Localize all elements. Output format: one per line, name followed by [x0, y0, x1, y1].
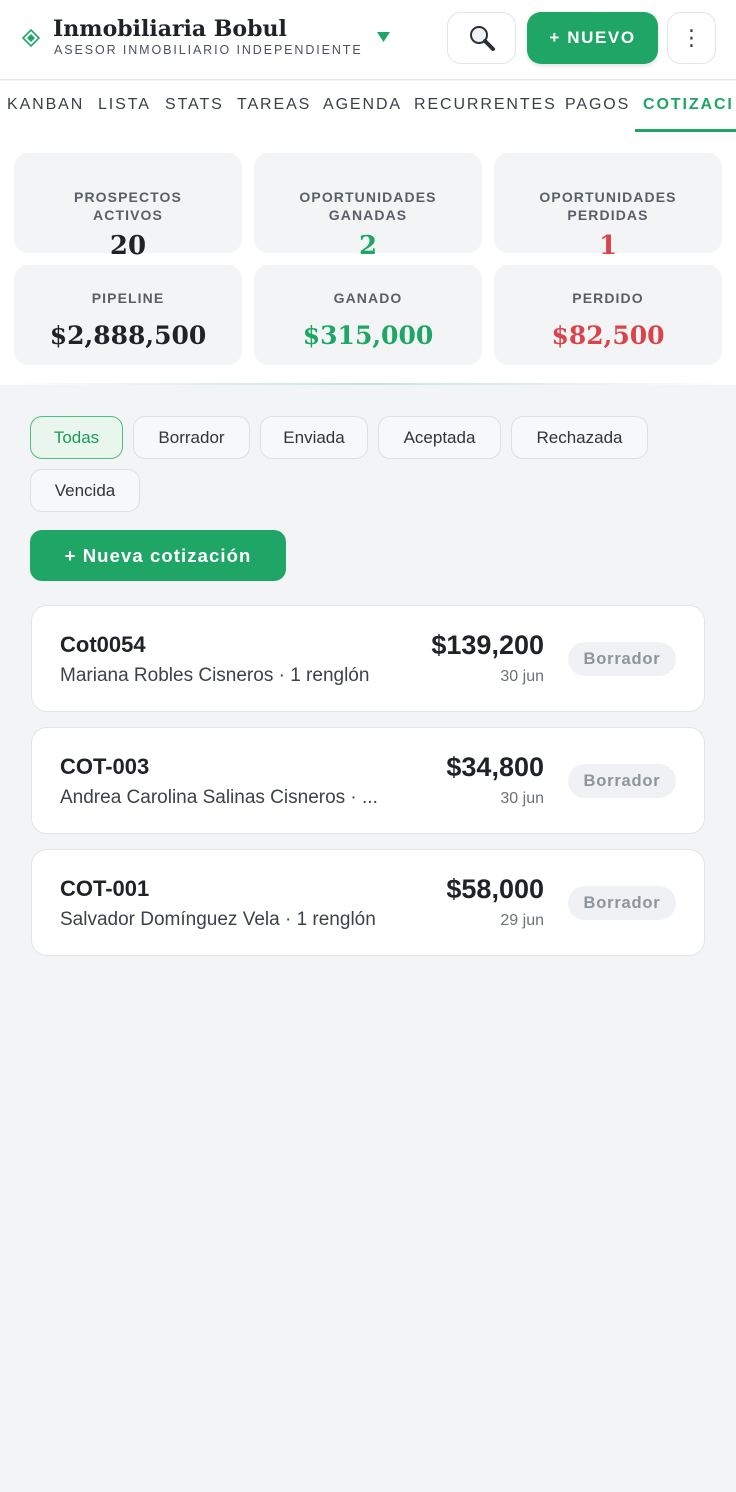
stat-value: $82,500	[551, 321, 665, 350]
active-tab-indicator	[635, 129, 736, 132]
stat-value: $315,000	[302, 321, 434, 350]
tab-pagos[interactable]: PAGOS	[565, 96, 630, 114]
quote-client: Andrea Carolina Salinas Cisneros · ...	[60, 787, 378, 808]
stat-label: ACTIVOS	[93, 207, 163, 223]
stat-card-won-opportunities: OPORTUNIDADES GANADAS 2	[254, 153, 482, 261]
new-quote-button[interactable]: + Nueva cotización	[30, 530, 286, 581]
filter-chip-vencida[interactable]: Vencida	[30, 469, 140, 512]
status-badge: Borrador	[568, 764, 676, 798]
stat-value: 20	[109, 231, 147, 261]
quote-amount: $139,200	[431, 630, 544, 660]
tab-kanban[interactable]: KANBAN	[7, 96, 84, 114]
stat-card-lost-amount: PERDIDO $82,500	[494, 265, 722, 365]
stat-value: 1	[598, 231, 618, 261]
stat-label: PIPELINE	[91, 290, 165, 306]
tab-agenda[interactable]: AGENDA	[323, 96, 402, 114]
quote-code: COT-003	[60, 754, 150, 779]
quote-date: 29 jun	[500, 912, 544, 929]
tab-recurrentes[interactable]: RECURRENTES	[414, 96, 557, 114]
new-button[interactable]: + NUEVO	[527, 12, 658, 64]
more-options-button[interactable]: ⋮	[667, 12, 716, 64]
stat-card-lost-opportunities: OPORTUNIDADES PERDIDAS 1	[494, 153, 722, 261]
status-badge: Borrador	[568, 642, 676, 676]
stat-card-prospects: PROSPECTOS ACTIVOS 20	[14, 153, 242, 261]
filter-chip-todas[interactable]: Todas	[30, 416, 123, 459]
tab-cotizaciones[interactable]: COTIZACI	[643, 96, 734, 114]
stats-panel: PROSPECTOS ACTIVOS 20 OPORTUNIDADES GANA…	[0, 133, 736, 385]
stat-label: PROSPECTOS	[74, 189, 182, 205]
divider	[0, 383, 736, 385]
section-tabs: KANBAN LISTA STATS TAREAS AGENDA RECURRE…	[0, 81, 736, 133]
stat-value: 2	[358, 231, 378, 261]
stat-label: PERDIDAS	[567, 207, 649, 223]
brand-subtitle: ASESOR INMOBILIARIO INDEPENDIENTE	[54, 43, 363, 57]
quote-card[interactable]: COT-001 Salvador Domínguez Vela · 1 reng…	[31, 849, 705, 956]
quote-card[interactable]: COT-003 Andrea Carolina Salinas Cisneros…	[31, 727, 705, 834]
stat-value: $2,888,500	[49, 321, 207, 350]
brand-title[interactable]: Inmobiliaria Bobul	[53, 16, 287, 42]
tab-stats[interactable]: STATS	[165, 96, 224, 114]
quote-date: 30 jun	[500, 790, 544, 807]
stat-card-pipeline: PIPELINE $2,888,500	[14, 265, 242, 365]
stat-card-won-amount: GANADO $315,000	[254, 265, 482, 365]
stat-label: OPORTUNIDADES	[299, 189, 437, 205]
quote-client: Mariana Robles Cisneros · 1 renglón	[60, 665, 370, 686]
quote-amount: $34,800	[446, 752, 544, 782]
stat-label: GANADAS	[328, 207, 408, 223]
tab-tareas[interactable]: TAREAS	[237, 96, 311, 114]
stat-label: OPORTUNIDADES	[539, 189, 677, 205]
quote-date: 30 jun	[500, 668, 544, 685]
quote-code: COT-001	[60, 876, 150, 901]
top-bar: Inmobiliaria Bobul ASESOR INMOBILIARIO I…	[0, 0, 736, 80]
quote-amount: $58,000	[446, 874, 544, 904]
status-badge: Borrador	[568, 886, 676, 920]
quote-code: Cot0054	[60, 632, 146, 657]
filter-chip-borrador[interactable]: Borrador	[133, 416, 250, 459]
filter-chip-rechazada[interactable]: Rechazada	[511, 416, 648, 459]
stat-label: GANADO	[333, 290, 403, 306]
filter-chip-enviada[interactable]: Enviada	[260, 416, 368, 459]
quote-client: Salvador Domínguez Vela · 1 renglón	[60, 909, 376, 930]
search-icon	[469, 26, 495, 51]
chevron-down-icon[interactable]	[376, 31, 391, 43]
tab-lista[interactable]: LISTA	[98, 96, 151, 114]
stat-label: PERDIDO	[572, 290, 644, 306]
filter-chip-aceptada[interactable]: Aceptada	[378, 416, 501, 459]
quote-card[interactable]: Cot0054 Mariana Robles Cisneros · 1 reng…	[31, 605, 705, 712]
search-button[interactable]	[447, 12, 516, 64]
diamond-icon	[22, 29, 40, 47]
